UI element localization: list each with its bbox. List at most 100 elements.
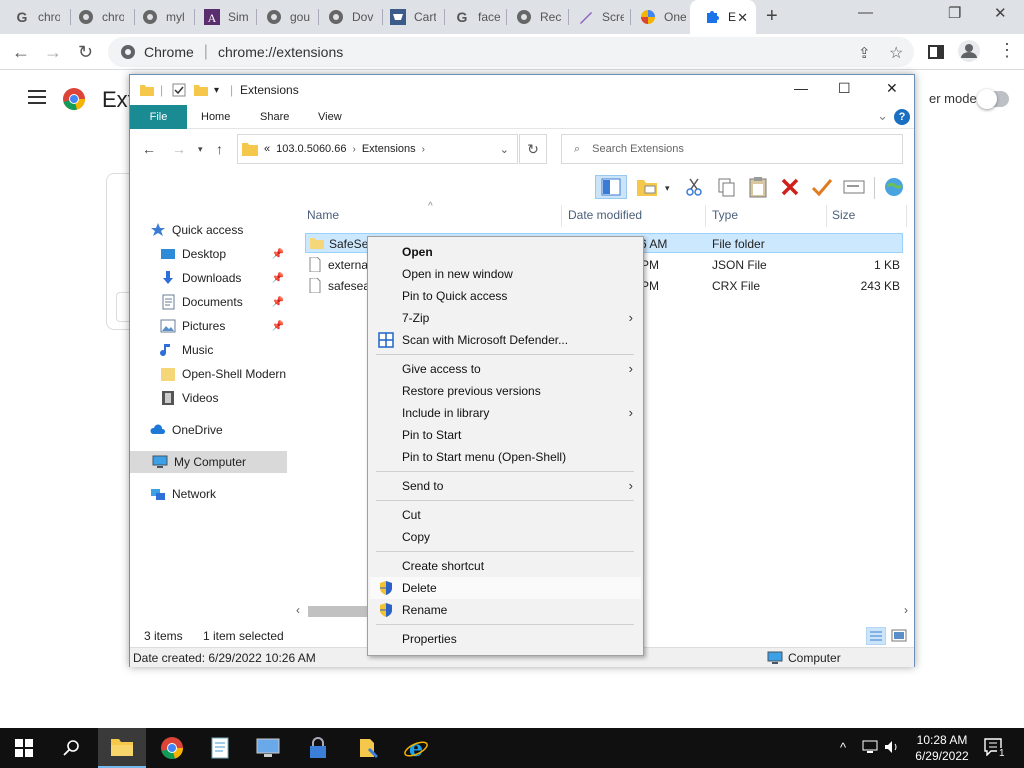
cut-icon[interactable] [682,175,706,199]
browser-tab[interactable]: Scre [564,0,626,34]
browser-tab[interactable]: G face [440,0,502,34]
address-bar[interactable]: « 103.0.5060.66 › Extensions › ⌄ [237,134,518,164]
menu-item-pin-quick-access[interactable]: Pin to Quick access [370,285,641,307]
new-tab-button[interactable]: + [766,5,778,28]
refresh-button[interactable]: ↻ [519,134,547,164]
browser-tab[interactable]: G chro [0,0,62,34]
preview-pane-icon[interactable] [595,175,627,199]
browser-tab[interactable]: One [626,0,688,34]
new-folder-icon[interactable] [194,83,208,97]
menu-item-include-library[interactable]: Include in library › [370,402,641,424]
network-tray-icon[interactable] [862,740,878,754]
paste-icon[interactable] [746,175,770,199]
volume-icon[interactable] [884,740,900,754]
chevron-down-icon[interactable]: ⌄ [500,143,509,156]
scroll-left-icon[interactable]: ‹ [296,603,300,617]
browser-tab[interactable]: Rec [502,0,564,34]
address-overflow[interactable]: « [264,143,270,155]
back-icon[interactable]: ← [142,141,156,157]
browser-tab[interactable]: Cart [376,0,438,34]
browser-tab[interactable]: chro [64,0,126,34]
profile-avatar-icon[interactable] [958,40,980,62]
taskbar-internet-explorer[interactable]: e [392,728,440,768]
menu-item-cut[interactable]: Cut [370,504,641,526]
developer-mode-toggle[interactable] [977,89,1009,109]
taskbar-remote-desktop[interactable] [244,728,292,768]
nav-my-computer[interactable]: My Computer [130,451,287,473]
side-panel-icon[interactable] [928,44,944,60]
nav-item-downloads[interactable]: Downloads 📌 [160,267,288,289]
nav-item-documents[interactable]: Documents 📌 [160,291,288,313]
nav-item-desktop[interactable]: Desktop 📌 [160,243,288,265]
main-menu-icon[interactable] [28,90,46,108]
start-button[interactable] [0,728,48,768]
menu-item-scan-defender[interactable]: Scan with Microsoft Defender... [370,329,641,351]
menu-kebab-icon[interactable]: ⋮ [998,40,1016,61]
back-icon[interactable]: ← [12,42,30,63]
extension-card-button[interactable] [116,292,130,322]
search-input[interactable]: ⌕ Search Extensions [561,134,903,164]
menu-item-open-new-window[interactable]: Open in new window [370,263,641,285]
taskbar-lock-app[interactable] [294,728,342,768]
column-type[interactable]: Type [712,208,738,222]
taskbar-folder-app[interactable] [344,728,392,768]
chevron-right-icon[interactable]: › [352,144,355,155]
properties-check-icon[interactable] [172,83,186,97]
taskbar-file-explorer[interactable] [98,728,146,768]
scroll-right-icon[interactable]: › [904,603,908,617]
menu-item-copy[interactable]: Copy [370,526,641,548]
menu-item-restore-versions[interactable]: Restore previous versions [370,380,641,402]
large-icons-view-icon[interactable] [890,627,908,645]
browser-tab[interactable]: myl [128,0,190,34]
rename-icon[interactable] [842,175,866,199]
minimize-icon[interactable]: — [794,80,808,96]
menu-item-pin-start[interactable]: Pin to Start [370,424,641,446]
column-name[interactable]: Name [307,208,339,222]
menu-item-pin-start-openshell[interactable]: Pin to Start menu (Open-Shell) [370,446,641,468]
browser-tab[interactable]: A Sim [190,0,252,34]
menu-item-delete[interactable]: Delete [370,577,641,599]
forward-icon[interactable]: → [44,42,62,63]
taskbar-chrome[interactable] [148,728,196,768]
customize-quick-access-icon[interactable]: ▾ [214,85,219,96]
menu-item-send-to[interactable]: Send to › [370,475,641,497]
menu-item-give-access[interactable]: Give access to › [370,358,641,380]
checkmark-icon[interactable] [810,175,834,199]
details-view-icon[interactable] [866,627,886,645]
expand-ribbon-icon[interactable]: ⌄ [877,108,888,124]
tab-view[interactable]: View [304,105,356,129]
chevron-down-icon[interactable]: ▾ [665,183,670,194]
menu-item-properties[interactable]: Properties [370,628,641,650]
nav-item-open-shell[interactable]: Open-Shell Modern [160,363,288,385]
browser-tab[interactable]: Dov [314,0,376,34]
breadcrumb-extensions[interactable]: Extensions [362,143,416,155]
nav-quick-access[interactable]: Quick access [150,219,288,241]
help-icon[interactable]: ? [894,109,910,125]
bookmark-star-icon[interactable]: ☆ [889,43,903,63]
menu-item-create-shortcut[interactable]: Create shortcut [370,555,641,577]
network-globe-icon[interactable] [882,175,906,199]
close-tab-icon[interactable]: ✕ [737,10,748,26]
taskbar-notepad[interactable] [196,728,244,768]
chevron-right-icon[interactable]: › [422,144,425,155]
restore-icon[interactable]: ❐ [948,4,961,22]
tab-share[interactable]: Share [246,105,303,129]
search-button[interactable] [48,728,96,768]
share-icon[interactable]: ⇪ [858,44,871,62]
tab-file[interactable]: File [130,105,187,129]
minimize-icon[interactable]: — [858,4,873,21]
breadcrumb-version[interactable]: 103.0.5060.66 [276,143,346,155]
close-window-icon[interactable]: ✕ [994,4,1007,22]
nav-item-pictures[interactable]: Pictures 📌 [160,315,288,337]
system-clock[interactable]: 10:28 AM 6/29/2022 [904,732,980,764]
nav-network[interactable]: Network [150,483,288,505]
browser-tab[interactable]: gou [252,0,314,34]
menu-item-rename[interactable]: Rename [370,599,641,621]
menu-item-open[interactable]: Open [370,241,641,263]
column-size[interactable]: Size [832,208,855,222]
up-icon[interactable]: ↑ [216,141,223,157]
column-date-modified[interactable]: Date modified [568,208,642,222]
maximize-icon[interactable]: ☐ [838,80,851,97]
nav-item-videos[interactable]: Videos [160,387,288,409]
new-folder-icon[interactable] [635,175,659,199]
